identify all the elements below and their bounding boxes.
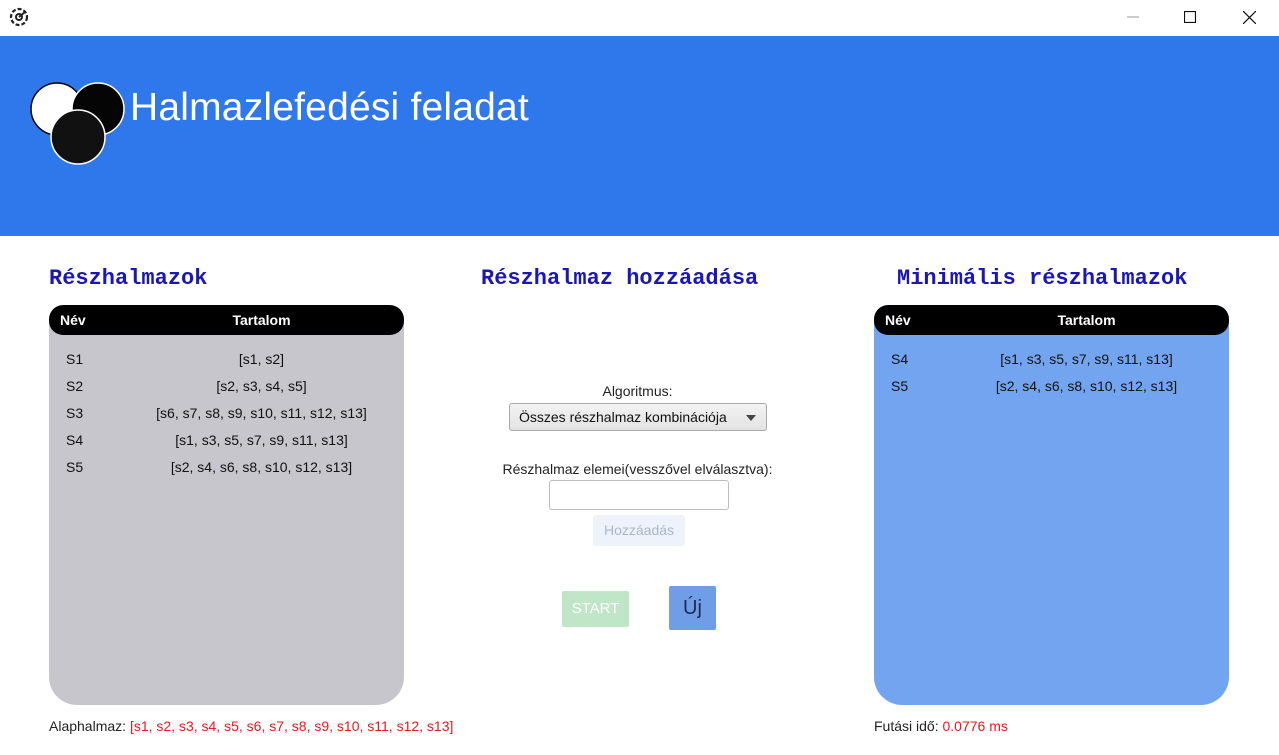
close-button[interactable] bbox=[1220, 0, 1278, 34]
subsets-title: Részhalmazok bbox=[49, 266, 208, 291]
column-header-name[interactable]: Név bbox=[60, 312, 86, 328]
row-name: S5 bbox=[66, 459, 84, 475]
column-header-content[interactable]: Tartalom bbox=[119, 312, 404, 328]
chevron-down-icon bbox=[746, 415, 756, 421]
table-row[interactable]: S5 [s2, s4, s6, s8, s10, s12, s13] bbox=[49, 455, 404, 482]
add-button[interactable]: Hozzáadás bbox=[593, 515, 685, 546]
row-name: S1 bbox=[66, 351, 84, 367]
row-content: [s2, s4, s6, s8, s10, s12, s13] bbox=[170, 459, 353, 475]
table-row[interactable]: S2 [s2, s3, s4, s5] bbox=[49, 374, 404, 401]
minimal-subsets-table: Név Tartalom S4 [s1, s3, s5, s7, s9, s11… bbox=[874, 305, 1229, 705]
base-set-info: Alaphalmaz: [s1, s2, s3, s4, s5, s6, s7,… bbox=[49, 718, 453, 734]
table-row[interactable]: S3 [s6, s7, s8, s9, s10, s11, s12, s13] bbox=[49, 401, 404, 428]
table-row[interactable]: S4 [s1, s3, s5, s7, s9, s11, s13] bbox=[49, 428, 404, 455]
start-button[interactable]: START bbox=[562, 591, 629, 627]
maximize-button[interactable] bbox=[1161, 0, 1219, 34]
table-row[interactable]: S4 [s1, s3, s5, s7, s9, s11, s13] bbox=[874, 347, 1229, 374]
runtime-info: Futási idő: 0.0776 ms bbox=[874, 718, 1008, 734]
row-content: [s1, s3, s5, s7, s9, s11, s13] bbox=[1000, 351, 1173, 367]
table-row[interactable]: S5 [s2, s4, s6, s8, s10, s12, s13] bbox=[874, 374, 1229, 401]
table-row[interactable]: S1 [s1, s2] bbox=[49, 347, 404, 374]
elements-label: Részhalmaz elemei(vesszővel elválasztva)… bbox=[502, 461, 773, 477]
row-content: [s1, s3, s5, s7, s9, s11, s13] bbox=[175, 432, 348, 448]
row-name: S5 bbox=[891, 378, 909, 394]
algorithm-label: Algoritmus: bbox=[602, 383, 673, 399]
column-header-content[interactable]: Tartalom bbox=[944, 312, 1229, 328]
window-titlebar bbox=[0, 0, 1279, 36]
row-content: [s6, s7, s8, s9, s10, s11, s12, s13] bbox=[156, 405, 367, 421]
row-content: [s2, s3, s4, s5] bbox=[216, 378, 307, 394]
row-name: S4 bbox=[66, 432, 84, 448]
add-subset-title: Részhalmaz hozzáadása bbox=[481, 266, 759, 291]
runtime-value: 0.0776 ms bbox=[942, 718, 1008, 734]
elements-input[interactable] bbox=[549, 480, 729, 510]
column-header-name[interactable]: Név bbox=[885, 312, 911, 328]
subsets-table: Név Tartalom S1 [s1, s2] S2 [s2, s3, s4,… bbox=[49, 305, 404, 705]
subsets-table-header: Név Tartalom bbox=[49, 305, 404, 335]
app-header: Halmazlefedési feladat bbox=[0, 36, 1279, 236]
algorithm-select[interactable]: Összes részhalmaz kombinációja bbox=[509, 403, 767, 431]
algorithm-selected-value: Összes részhalmaz kombinációja bbox=[519, 409, 727, 425]
minimize-button[interactable] bbox=[1104, 0, 1162, 34]
row-content: [s2, s4, s6, s8, s10, s12, s13] bbox=[995, 378, 1178, 394]
row-content: [s1, s2] bbox=[238, 351, 285, 367]
row-name: S3 bbox=[66, 405, 84, 421]
minimal-subsets-table-header: Név Tartalom bbox=[874, 305, 1229, 335]
app-icon bbox=[8, 6, 30, 28]
row-name: S2 bbox=[66, 378, 84, 394]
base-set-label: Alaphalmaz: bbox=[49, 718, 127, 734]
new-button[interactable]: Új bbox=[669, 586, 716, 630]
minimal-subsets-title: Minimális részhalmazok bbox=[897, 266, 1188, 291]
base-set-value: [s1, s2, s3, s4, s5, s6, s7, s8, s9, s10… bbox=[129, 718, 454, 734]
runtime-label: Futási idő: bbox=[874, 718, 939, 734]
app-title: Halmazlefedési feladat bbox=[130, 86, 529, 129]
row-name: S4 bbox=[891, 351, 909, 367]
overlapping-circles-logo-icon bbox=[28, 80, 128, 166]
